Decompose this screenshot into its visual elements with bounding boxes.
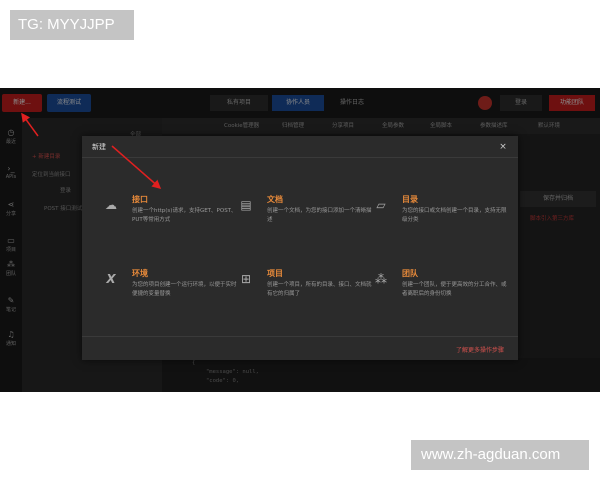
new-item-modal: 新建 × ☁ 接口 创建一个http(s)请求，支持GET、POST、PUT等常… — [82, 136, 518, 360]
tile-description: 创建一个团队，便于更高效的分工合作、或者离职后的身份切换 — [402, 282, 507, 297]
tile-title: 接口 — [132, 195, 148, 204]
cloud-api-icon: ☁ — [105, 198, 117, 212]
team-icon: ⁂ — [375, 272, 387, 286]
tile-title: 文档 — [267, 195, 283, 204]
new-team-tile[interactable]: ⁂ 团队 创建一个团队，便于更高效的分工合作、或者离职后的身份切换 — [372, 268, 507, 316]
watermark-top: TG: MYYJJPP — [10, 10, 134, 40]
tile-title: 项目 — [267, 269, 283, 278]
environment-icon: X — [106, 272, 116, 286]
document-icon: ▤ — [240, 198, 252, 212]
project-icon: ⊞ — [240, 272, 252, 286]
new-environment-tile[interactable]: X 环境 为您的项目创建一个运行环境，以便于实时便捷的变量替换 — [102, 268, 236, 316]
modal-header: 新建 × — [82, 136, 518, 158]
modal-title: 新建 — [92, 143, 106, 151]
tile-title: 团队 — [402, 269, 418, 278]
new-project-tile[interactable]: ⊞ 项目 创建一个项目，所有的目录、接口、文档就有它的归属了 — [237, 268, 372, 316]
tile-description: 创建一个文档，为您的接口添加一个清晰描述 — [267, 208, 372, 223]
new-api-tile[interactable]: ☁ 接口 创建一个http(s)请求，支持GET、POST、PUT等常用方式 — [102, 194, 237, 242]
tile-title: 环境 — [132, 269, 148, 278]
new-directory-tile[interactable]: ▱ 目录 为您的接口或文档创建一个目录，支持无限级分类 — [372, 194, 506, 242]
tile-description: 创建一个项目，所有的目录、接口、文档就有它的归属了 — [267, 282, 372, 297]
tile-title: 目录 — [402, 195, 418, 204]
close-icon[interactable]: × — [496, 140, 510, 154]
new-document-tile[interactable]: ▤ 文档 创建一个文档，为您的接口添加一个清晰描述 — [237, 194, 371, 242]
tile-description: 创建一个http(s)请求，支持GET、POST、PUT等常用方式 — [132, 208, 237, 223]
tile-description: 为您的项目创建一个运行环境，以便于实时便捷的变量替换 — [132, 282, 237, 297]
screenshot-root: TG: MYYJJPP 新建... 流程测试 私有项目 协作人员 操作日志 登录… — [0, 0, 600, 480]
learn-more-link[interactable]: 了解更多操作步骤 — [456, 345, 504, 354]
modal-footer: 了解更多操作步骤 — [82, 336, 518, 360]
folder-icon: ▱ — [376, 198, 386, 212]
watermark-bottom: www.zh-agduan.com — [411, 440, 589, 470]
app-window: 新建... 流程测试 私有项目 协作人员 操作日志 登录 功能团队 ◷ 最近 ›… — [0, 88, 600, 392]
tile-description: 为您的接口或文档创建一个目录，支持无限级分类 — [402, 208, 507, 223]
